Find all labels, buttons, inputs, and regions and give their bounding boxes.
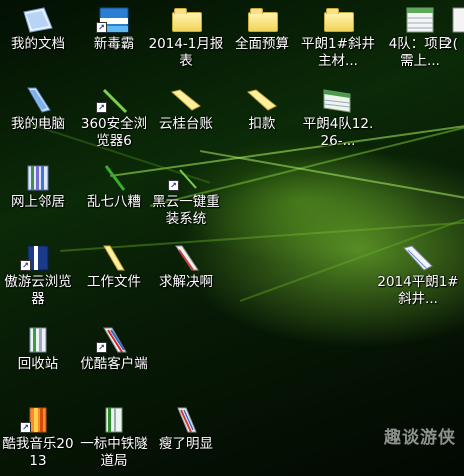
icon-label: 网上邻居 — [11, 194, 65, 210]
icon-label: 全面预算 — [235, 36, 289, 52]
desktop-icon-budget[interactable]: 全面预算 — [224, 2, 300, 78]
desktop-icon-network-places[interactable]: 网上邻居 — [0, 160, 76, 236]
folder-icon — [170, 6, 202, 34]
document-folder-icon — [23, 7, 53, 33]
spreadsheet-icon — [406, 7, 434, 33]
icon-label: 优酷客户端 — [80, 356, 148, 372]
desktop-icon-2014-pinglang-shaft[interactable]: 2014平朗1#斜井... — [376, 240, 460, 316]
desktop-icon-my-documents[interactable]: 我的文档 — [0, 2, 76, 78]
desktop-icon-new-duba[interactable]: ↗ 新毒霸 — [76, 2, 152, 78]
desktop-icon-thinner[interactable]: 瘦了明显 — [148, 402, 224, 476]
icon-label: 工作文件 — [87, 274, 141, 290]
shortcut-arrow-icon: ↗ — [20, 422, 31, 433]
desktop-icon-kuwo-music[interactable]: ↗ 酷我音乐2013 — [0, 402, 76, 476]
folder-icon — [170, 89, 201, 111]
folder-icon — [246, 89, 277, 111]
wallpaper-streak — [199, 150, 464, 205]
desktop-icon-maxthon-browser[interactable]: ↗ 傲游云浏览器 — [0, 240, 76, 316]
desktop-icon-2014-jan-report[interactable]: 2014-1月报表 — [148, 2, 224, 78]
icon-label: 我的文档 — [11, 36, 65, 52]
desktop-icon-my-computer[interactable]: 我的电脑 — [0, 82, 76, 158]
document-icon — [175, 245, 199, 271]
icon-label: 回收站 — [17, 356, 59, 372]
desktop-icon-tunnel-bureau[interactable]: 一标中铁隧道局 — [76, 402, 152, 476]
icon-label: 2014-1月报表 — [148, 36, 224, 69]
icon-label: 360安全浏览器6 — [80, 116, 148, 149]
document-icon — [177, 407, 197, 433]
desktop-background: 我的文档 ↗ 新毒霸 2014-1月报表 全面预算 平朗1#斜井主材... 4队… — [0, 0, 464, 476]
shortcut-arrow-icon: ↗ — [20, 260, 31, 271]
icon-label: 平朗4队12.26-... — [302, 116, 374, 149]
icon-label: 2( — [444, 36, 458, 52]
desktop-icon-pinglang-team4[interactable]: 平朗4队12.26-... — [300, 82, 376, 158]
folder-icon — [322, 6, 354, 34]
desktop-icon-heiyun-reinstall[interactable]: ↗ 黑云一键重装系统 — [148, 160, 224, 236]
icon-label: 瘦了明显 — [159, 436, 213, 452]
desktop-icon-deductions[interactable]: 扣款 — [224, 82, 300, 158]
icon-label: 一标中铁隧道局 — [80, 436, 148, 469]
icon-label: 新毒霸 — [93, 36, 135, 52]
spreadsheet-icon — [403, 245, 433, 271]
icon-label: 黑云一键重装系统 — [152, 194, 220, 227]
folder-icon — [103, 245, 125, 271]
shortcut-arrow-icon: ↗ — [96, 102, 107, 113]
shortcut-arrow-icon: ↗ — [168, 180, 179, 191]
icon-label: 云桂台账 — [159, 116, 213, 132]
network-icon — [27, 165, 49, 191]
spreadsheet-icon — [105, 407, 123, 433]
shortcut-arrow-icon: ↗ — [96, 342, 107, 353]
icon-label: 乱七八糟 — [87, 194, 141, 210]
icon-label: 平朗1#斜井主材... — [301, 36, 375, 69]
file-icon — [452, 7, 464, 33]
spreadsheet-icon — [323, 89, 351, 113]
desktop-icon-360-browser[interactable]: ↗ 360安全浏览器6 — [76, 82, 152, 158]
shortcut-arrow-icon: ↗ — [96, 22, 107, 33]
desktop-icon-truncated[interactable]: 2( — [444, 2, 464, 78]
folder-icon — [104, 165, 126, 191]
watermark-text: 趣谈游侠 — [384, 428, 456, 448]
desktop-icon-misc[interactable]: 乱七八糟 — [76, 160, 152, 236]
desktop-icon-youku-client[interactable]: ↗ 优酷客户端 — [76, 322, 152, 398]
icon-label: 2014平朗1#斜井... — [377, 274, 459, 307]
desktop-icon-work-files[interactable]: 工作文件 — [76, 240, 152, 316]
folder-icon — [246, 6, 278, 34]
icon-label: 扣款 — [248, 116, 276, 132]
desktop-icon-recycle-bin[interactable]: 回收站 — [0, 322, 76, 398]
computer-icon — [27, 87, 51, 113]
icon-label: 求解决啊 — [159, 274, 213, 290]
desktop-icon-help-solve[interactable]: 求解决啊 — [148, 240, 224, 316]
icon-label: 酷我音乐2013 — [2, 436, 74, 469]
icon-label: 我的电脑 — [11, 116, 65, 132]
desktop-icon-yungui-ledger[interactable]: 云桂台账 — [148, 82, 224, 158]
icon-label: 傲游云浏览器 — [4, 274, 72, 307]
recycle-bin-icon — [29, 327, 47, 353]
desktop-icon-pinglang-shaft-materials[interactable]: 平朗1#斜井主材... — [300, 2, 376, 78]
